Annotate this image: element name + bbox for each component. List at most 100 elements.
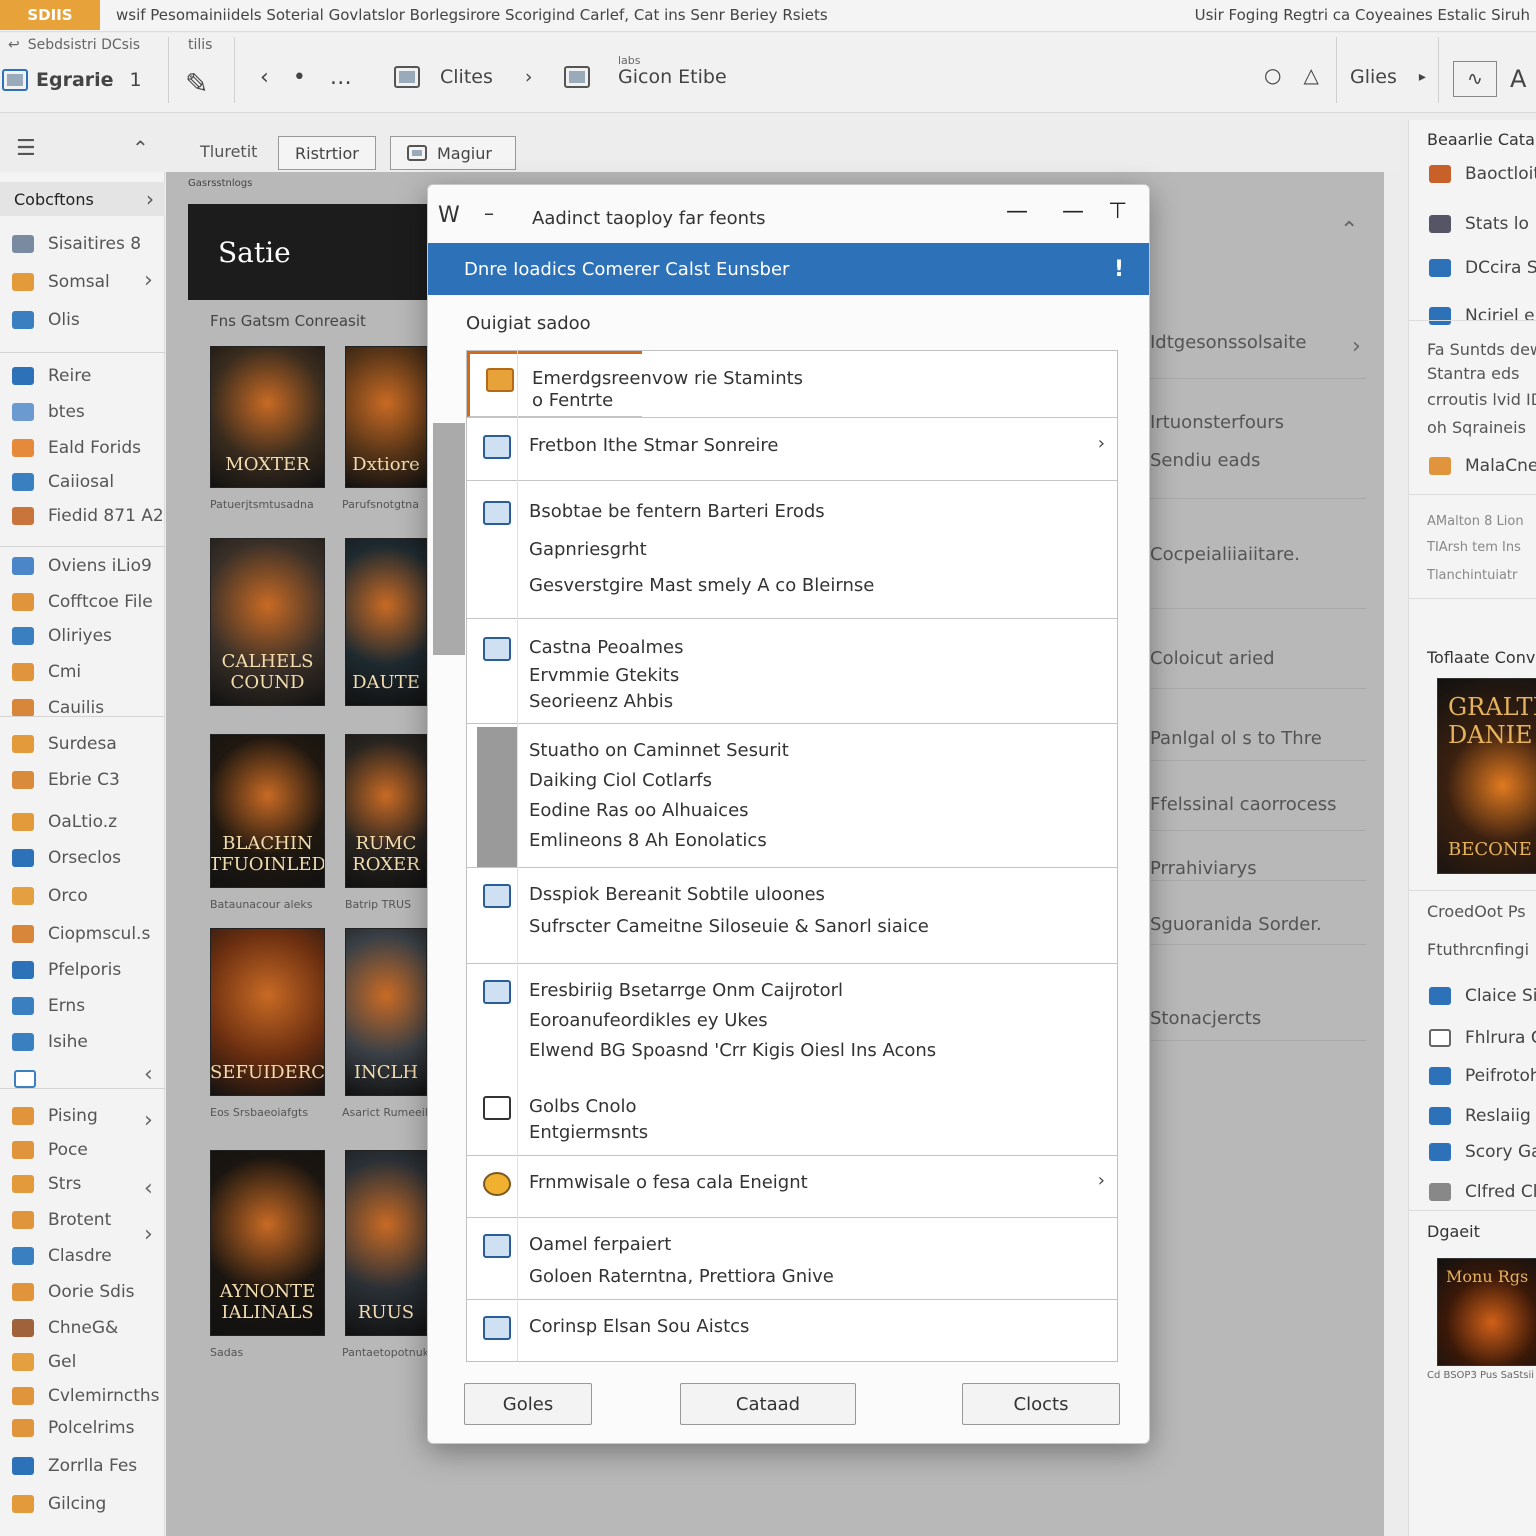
right-panel-item[interactable]: Reslaiig — [1429, 1106, 1531, 1126]
sidebar-item[interactable]: Oliriyes — [12, 626, 112, 646]
warning-icon[interactable]: △ — [1303, 63, 1318, 87]
sidebar-item[interactable]: Oorie Sdis — [12, 1282, 135, 1302]
menu-icon[interactable]: ☰ — [16, 136, 36, 161]
text-icon[interactable]: A — [1510, 65, 1526, 93]
sidebar-item[interactable]: Ciopmscul.s — [12, 924, 150, 944]
sidebar-item[interactable]: Brotent — [12, 1210, 111, 1230]
chevron-icon[interactable]: ‹ — [144, 1062, 153, 1087]
book-cover[interactable]: INCLH — [345, 928, 427, 1096]
sidebar-item[interactable]: Surdesa — [12, 734, 117, 754]
doc-button[interactable]: labs Gicon Etibe — [564, 54, 727, 88]
option-group[interactable]: Stuatho on Caminnet Sesurit Daiking Ciol … — [467, 724, 1117, 868]
more-icon[interactable]: … — [330, 65, 352, 90]
sidebar-item[interactable]: ChneG& — [12, 1318, 118, 1338]
list-icon[interactable] — [14, 1070, 36, 1088]
book-cover[interactable]: RUUS — [345, 1150, 427, 1336]
sidebar-item[interactable]: Cvlemirncths — [12, 1386, 160, 1406]
sidebar-item[interactable]: Cofftcoe File — [12, 592, 153, 612]
glies-dropdown[interactable]: Glies ▸ — [1350, 66, 1426, 88]
chevron-right-icon[interactable]: › — [1352, 334, 1361, 359]
sidebar-item[interactable]: Zorrlla Fes — [12, 1456, 137, 1476]
chevron-up-icon[interactable]: ⌃ — [1340, 218, 1358, 243]
sidebar-item[interactable]: Isihe — [12, 1032, 88, 1052]
chevron-right-icon[interactable]: › — [1098, 433, 1105, 454]
sidebar-item[interactable]: btes — [12, 402, 85, 422]
right-panel-item[interactable]: Scory Gat — [1429, 1142, 1536, 1162]
sidebar-item[interactable]: Gel — [12, 1352, 76, 1372]
book-cover[interactable]: Dxtiore — [345, 346, 427, 488]
option-group[interactable]: Oamel ferpaiert Goloen Raterntna, Prettio… — [467, 1218, 1117, 1300]
right-panel-item[interactable]: MalaCnes — [1429, 456, 1536, 476]
sidebar-item[interactable]: Gilcing — [12, 1494, 106, 1514]
sidebar-item[interactable]: Poce — [12, 1140, 88, 1160]
goles-button[interactable]: Goles — [464, 1383, 592, 1425]
book-cover[interactable]: MOXTER — [210, 346, 325, 488]
close-button[interactable]: Clocts — [962, 1383, 1120, 1425]
option-group[interactable]: Corinsp Elsan Sou Aistcs — [467, 1300, 1117, 1362]
minimize-icon[interactable]: — — [1006, 199, 1028, 224]
book-cover[interactable]: SEFUIDERC — [210, 928, 325, 1096]
option-group[interactable]: Frnmwisale o fesa cala Eneignt › — [467, 1156, 1117, 1218]
option-group[interactable]: Castna Peoalmes Ervmmie Gtekits Seorieenz … — [467, 619, 1117, 724]
sidebar-header[interactable]: Cobcftons › — [0, 182, 165, 216]
sidebar-item[interactable]: Cmi — [12, 662, 81, 682]
option-group[interactable]: Golbs Cnolo Entgiermsnts — [467, 964, 1117, 1156]
sidebar-item[interactable]: Ebrie C3 — [12, 770, 120, 790]
right-panel-item[interactable]: Peifrotoh — [1429, 1066, 1536, 1086]
sidebar-item[interactable]: OaLtio.z — [12, 812, 117, 832]
chevron-icon[interactable]: › — [144, 1108, 153, 1133]
menu-items[interactable]: wsif Pesomainiidels Soterial Govlatslor … — [116, 6, 828, 24]
sidebar-item[interactable]: Caiiosal — [12, 472, 114, 492]
book-cover[interactable]: RUMC ROXER — [345, 734, 427, 888]
sidebar-item[interactable]: Oviens iLio9 — [12, 556, 152, 576]
right-panel-item[interactable]: Fhlrura Cl — [1429, 1028, 1536, 1048]
app-brand[interactable]: SDIIS — [0, 0, 100, 30]
option-group[interactable]: Bsobtae be fentern Barteri Erods Gapnries… — [467, 481, 1117, 619]
book-cover[interactable]: AYNONTE IALINALS — [210, 1150, 325, 1336]
tab-tluretit[interactable]: Tluretit — [200, 142, 257, 161]
chevron-icon[interactable]: ‹ — [144, 1176, 153, 1201]
cataad-button[interactable]: Cataad — [680, 1383, 856, 1425]
crumb[interactable]: ↩ Sebdsistri DCsis — [8, 37, 140, 53]
book-cover[interactable]: Monu Rgs — [1437, 1258, 1536, 1366]
book-cover[interactable]: DAUTE — [345, 538, 427, 706]
maximize-icon[interactable]: — — [1062, 199, 1084, 224]
sidebar-item[interactable]: Strs — [12, 1174, 81, 1194]
sidebar-item[interactable]: Sisaitires 8 — [12, 234, 141, 254]
option-group[interactable]: Fretbon Ithe Stmar Sonreire › — [467, 417, 1117, 481]
app-switcher[interactable]: Egrarie 1 — [2, 69, 142, 91]
info-icon[interactable]: ! — [1114, 257, 1124, 282]
crumb-2[interactable]: tilis — [188, 37, 212, 53]
tab-magiur[interactable]: Magiur — [390, 136, 516, 170]
sidebar-item[interactable]: Pfelporis — [12, 960, 121, 980]
close-icon[interactable]: ⊤ — [1108, 199, 1127, 224]
chevron-right-icon[interactable]: › — [1098, 1170, 1105, 1191]
sidebar-item[interactable]: Erns — [12, 996, 85, 1016]
book-cover[interactable]: CALHELS COUND — [210, 538, 325, 706]
dot-icon[interactable]: • — [293, 65, 306, 90]
option-group[interactable]: Emerdgsreenvow rie Stamints o Fentrte — [467, 351, 803, 417]
sidebar-item[interactable]: Eald Forids — [12, 438, 141, 458]
sidebar-item[interactable]: Reire — [12, 366, 91, 386]
sidebar-item[interactable]: Pising — [12, 1106, 98, 1126]
collapse-icon[interactable]: ⌃ — [132, 136, 149, 160]
sidebar-item[interactable]: Polcelrims — [12, 1418, 134, 1438]
sidebar-item[interactable]: Orco — [12, 886, 88, 906]
brush-icon[interactable]: ✎ — [185, 67, 208, 100]
tab-ristrtior[interactable]: Ristrtior — [278, 136, 376, 170]
chevron-icon[interactable]: › — [144, 268, 153, 293]
chart-icon[interactable]: ∿ — [1453, 61, 1497, 97]
sidebar-item[interactable]: Orseclos — [12, 848, 121, 868]
option-group[interactable]: Dsspiok Bereanit Sobtile uloones Sufrscte… — [467, 868, 1117, 964]
right-panel-item[interactable]: Claice Si — [1429, 986, 1536, 1006]
cites-button[interactable]: Clites › — [394, 66, 532, 88]
circle-icon[interactable]: ○ — [1264, 63, 1281, 87]
right-panel-item[interactable]: Nciriel el — [1429, 306, 1536, 326]
right-panel-item[interactable]: DCcira S — [1429, 258, 1536, 278]
menu-items-right[interactable]: Usir Foging Regtri ca Coyeaines Estalic … — [1195, 6, 1530, 24]
right-panel-item[interactable]: Stats lo — [1429, 214, 1529, 234]
chevron-left-icon[interactable]: ‹ — [260, 65, 269, 90]
sidebar-item[interactable]: Olis — [12, 310, 80, 330]
sidebar-item[interactable]: Fiedid 871 A2 — [12, 506, 164, 526]
book-cover[interactable]: GRALTI DANIE BECONE — [1437, 678, 1536, 874]
